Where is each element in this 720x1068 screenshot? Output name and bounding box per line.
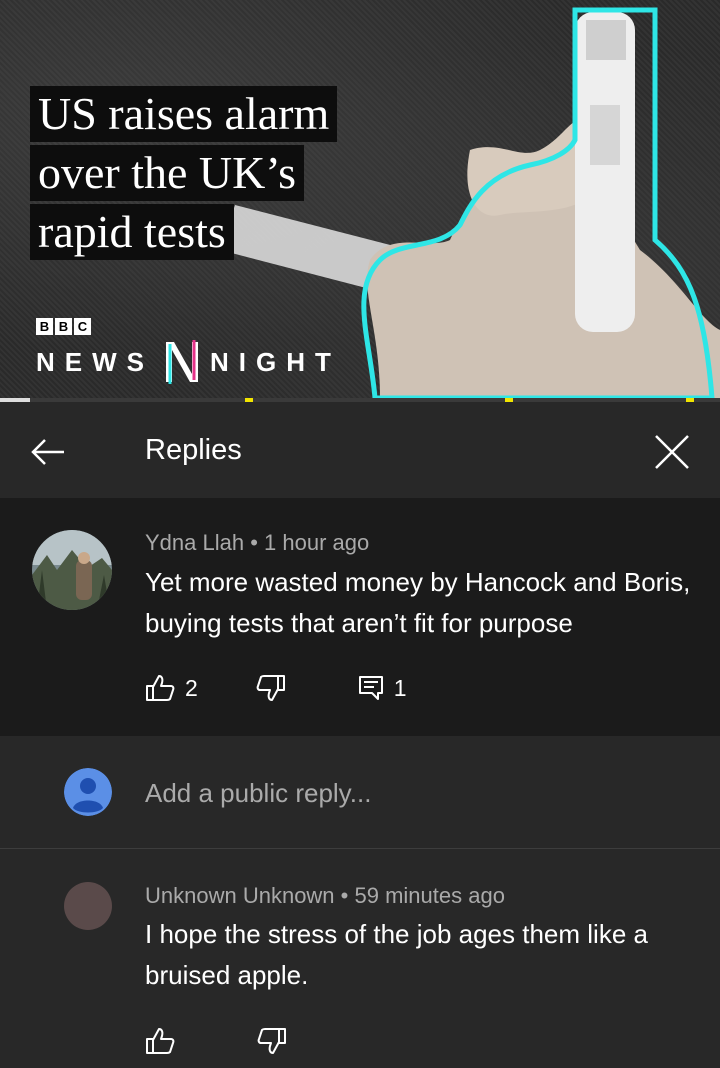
avatar[interactable] bbox=[64, 882, 112, 930]
back-button[interactable] bbox=[28, 432, 68, 472]
header-title: Replies bbox=[145, 434, 242, 466]
newsnight-logo: NEWS NIGHT bbox=[36, 340, 341, 384]
newsnight-word-right: NIGHT bbox=[210, 346, 341, 377]
dislike-button[interactable] bbox=[256, 674, 286, 702]
close-button[interactable] bbox=[650, 430, 694, 474]
avatar-photo bbox=[32, 530, 112, 610]
reply-count: 1 bbox=[393, 674, 407, 701]
thumbs-up-icon bbox=[146, 675, 175, 701]
newsnight-word-left: NEWS bbox=[36, 346, 154, 377]
reply-count-button[interactable]: 1 bbox=[358, 675, 407, 702]
comment-time: 1 hour ago bbox=[264, 530, 370, 555]
bbc-letter: C bbox=[74, 318, 91, 335]
bbc-letter: B bbox=[36, 318, 53, 335]
bbc-letter: B bbox=[55, 318, 72, 335]
meta-separator: • bbox=[340, 883, 349, 908]
comment-text: Yet more wasted money by Hancock and Bor… bbox=[145, 567, 691, 638]
reply-item: Unknown Unknown • 59 minutes ago I hope … bbox=[0, 849, 720, 1068]
reply-text: I hope the stress of the job ages them l… bbox=[145, 919, 648, 990]
video-player[interactable]: US raises alarm over the UK’s rapid test… bbox=[0, 0, 720, 398]
close-icon bbox=[655, 435, 689, 469]
avatar[interactable] bbox=[32, 530, 112, 610]
meta-separator: • bbox=[250, 530, 258, 555]
replies-header: Replies bbox=[0, 402, 720, 498]
headline-line-3: rapid tests bbox=[30, 204, 234, 260]
comment-actions: 2 1 bbox=[145, 674, 407, 702]
video-headline: US raises alarm over the UK’s rapid test… bbox=[30, 86, 338, 263]
thumbs-down-icon bbox=[257, 1028, 286, 1054]
reply-input-placeholder[interactable]: Add a public reply... bbox=[145, 778, 371, 809]
like-count: 2 bbox=[185, 674, 198, 701]
headline-line-2: over the UK’s bbox=[30, 145, 305, 201]
reply-meta: Unknown Unknown • 59 minutes ago bbox=[145, 883, 505, 909]
newsnight-n-icon bbox=[166, 340, 198, 384]
comment-meta: Ydna Llah • 1 hour ago bbox=[145, 530, 369, 556]
thumbs-down-icon bbox=[256, 675, 285, 701]
headline-line-1: US raises alarm bbox=[30, 86, 338, 142]
arrow-left-icon bbox=[31, 439, 64, 465]
parent-comment: Ydna Llah • 1 hour ago Yet more wasted m… bbox=[0, 498, 720, 736]
comment-icon bbox=[358, 676, 383, 700]
bbc-logo: B B C bbox=[36, 318, 91, 335]
comment-author[interactable]: Ydna Llah bbox=[145, 530, 244, 555]
like-button[interactable] bbox=[145, 1027, 175, 1055]
reply-time: 59 minutes ago bbox=[354, 883, 505, 908]
user-avatar bbox=[64, 768, 112, 816]
thumbs-up-icon bbox=[146, 1028, 175, 1054]
default-user-icon bbox=[64, 768, 112, 816]
reply-actions bbox=[145, 1027, 287, 1055]
like-button[interactable]: 2 bbox=[145, 674, 198, 702]
dislike-button[interactable] bbox=[257, 1027, 287, 1055]
reply-input-row[interactable]: Add a public reply... bbox=[0, 736, 720, 849]
reply-author[interactable]: Unknown Unknown bbox=[145, 883, 335, 908]
